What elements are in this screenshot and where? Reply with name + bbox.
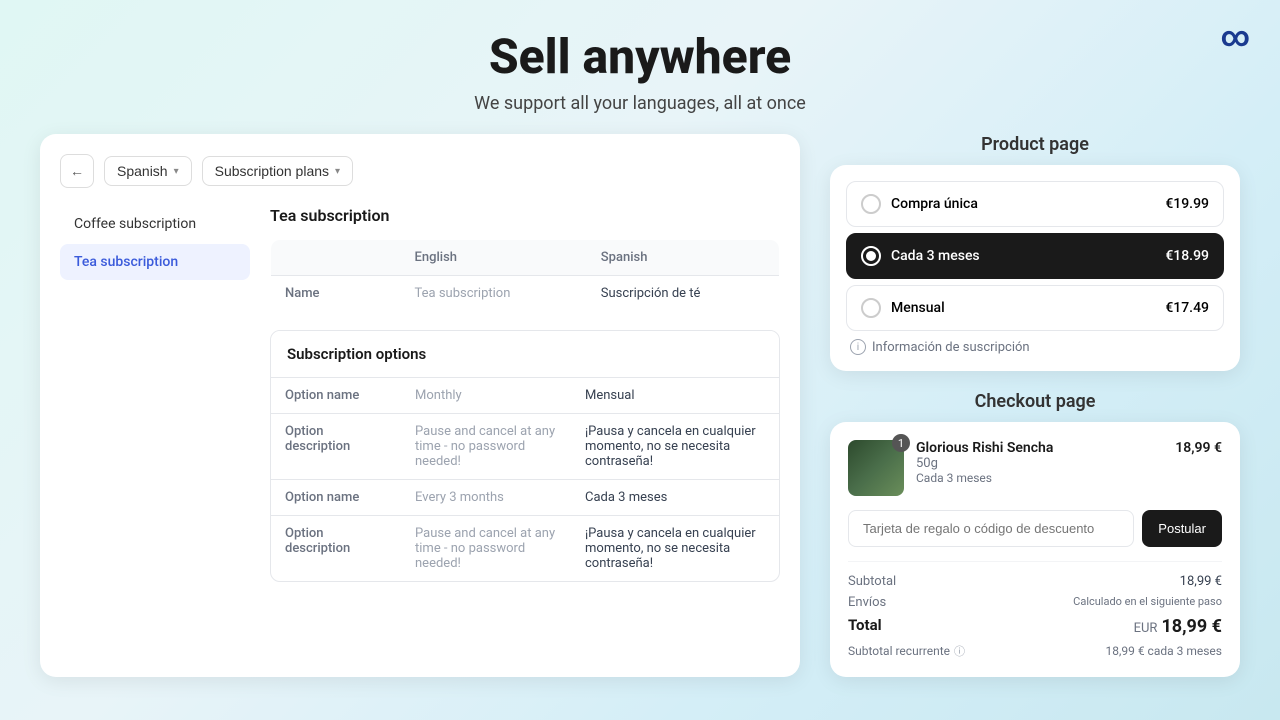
option-compra-name: Compra única xyxy=(891,196,978,212)
option2-name-label: Option name xyxy=(271,480,401,516)
option1-desc-label: Option description xyxy=(271,414,401,480)
product-option-mensual[interactable]: Mensual €17.49 xyxy=(846,285,1224,331)
toolbar: ← Spanish ▾ Subscription plans ▾ xyxy=(60,154,780,188)
radio-3meses-icon xyxy=(861,246,881,266)
option1-desc-spanish: ¡Pausa y cancela en cualquier momento, n… xyxy=(571,414,779,480)
row-name-spanish: Suscripción de té xyxy=(587,276,780,312)
language-dropdown[interactable]: Spanish ▾ xyxy=(104,156,192,186)
discount-input[interactable] xyxy=(848,510,1134,547)
col-english-header: English xyxy=(401,240,587,276)
checkout-page-label: Checkout page xyxy=(830,391,1240,412)
total-amount: 18,99 € xyxy=(1161,616,1222,637)
item-variant: 50g xyxy=(916,456,1163,471)
option-compra-price: €19.99 xyxy=(1165,196,1209,212)
option2-desc-spanish: ¡Pausa y cancela en cualquier momento, n… xyxy=(571,516,779,582)
item-badge: 1 xyxy=(892,434,910,452)
option2-name-english: Every 3 months xyxy=(401,480,571,516)
option1-desc-english: Pause and cancel at any time - no passwo… xyxy=(401,414,571,480)
table-row: Option name Monthly Mensual xyxy=(271,378,779,414)
table-row: Option name Every 3 months Cada 3 meses xyxy=(271,480,779,516)
row-name-english: Tea subscription xyxy=(401,276,587,312)
option1-name-english: Monthly xyxy=(401,378,571,414)
product-card: Compra única €19.99 Cada 3 meses €18.99 xyxy=(830,165,1240,371)
option-mensual-name: Mensual xyxy=(891,300,945,316)
apply-button[interactable]: Postular xyxy=(1142,510,1222,547)
logo-icon: ∞ xyxy=(1221,20,1250,53)
table-row: Option description Pause and cancel at a… xyxy=(271,414,779,480)
section-title: Tea subscription xyxy=(270,206,780,225)
product-page-label: Product page xyxy=(830,134,1240,155)
radio-dot xyxy=(866,251,876,261)
col-label-header xyxy=(271,240,401,276)
discount-row: Postular xyxy=(848,510,1222,547)
hero-title: Sell anywhere xyxy=(0,28,1280,85)
sidebar-item-coffee[interactable]: Coffee subscription xyxy=(60,206,250,242)
subscription-plans-dropdown[interactable]: Subscription plans ▾ xyxy=(202,156,353,186)
col-spanish-header: Spanish xyxy=(587,240,780,276)
option2-desc-label: Option description xyxy=(271,516,401,582)
plans-chevron-icon: ▾ xyxy=(335,166,340,177)
item-subscription: Cada 3 meses xyxy=(916,471,1163,485)
radio-mensual-icon xyxy=(861,298,881,318)
shipping-label: Envíos xyxy=(848,595,886,610)
product-info-row: i Información de suscripción xyxy=(846,339,1224,355)
main-layout: ← Spanish ▾ Subscription plans ▾ Coffee … xyxy=(0,134,1280,677)
language-chevron-icon: ▾ xyxy=(174,166,179,177)
right-panel: Product page Compra única €19.99 xyxy=(830,134,1240,677)
main-content: Tea subscription English Spanish Name xyxy=(250,206,780,677)
subscription-options-section: Subscription options Option name Monthly… xyxy=(270,330,780,582)
product-option-compra[interactable]: Compra única €19.99 xyxy=(846,181,1224,227)
checkout-page-section: Checkout page 1 Glorious Rishi Sencha 50… xyxy=(830,391,1240,677)
option2-desc-english: Pause and cancel at any time - no passwo… xyxy=(401,516,571,582)
order-summary: Subtotal 18,99 € Envíos Calculado en el … xyxy=(848,561,1222,659)
checkout-item: 1 Glorious Rishi Sencha 50g Cada 3 meses… xyxy=(848,440,1222,496)
sidebar: Coffee subscription Tea subscription xyxy=(60,206,250,677)
subtotal-label: Subtotal xyxy=(848,574,896,589)
product-page-section: Product page Compra única €19.99 xyxy=(830,134,1240,371)
content-area: Coffee subscription Tea subscription Tea… xyxy=(60,206,780,677)
option-mensual-price: €17.49 xyxy=(1165,300,1209,316)
subscription-plans-label: Subscription plans xyxy=(215,163,329,179)
back-button[interactable]: ← xyxy=(60,154,94,188)
shipping-row: Envíos Calculado en el siguiente paso xyxy=(848,595,1222,610)
table-row: Option description Pause and cancel at a… xyxy=(271,516,779,582)
hero-subtitle: We support all your languages, all at on… xyxy=(0,93,1280,114)
shipping-value: Calculado en el siguiente paso xyxy=(1073,595,1222,610)
checkout-card: 1 Glorious Rishi Sencha 50g Cada 3 meses… xyxy=(830,422,1240,677)
language-label: Spanish xyxy=(117,163,168,179)
product-option-3meses[interactable]: Cada 3 meses €18.99 xyxy=(846,233,1224,279)
options-heading: Subscription options xyxy=(271,331,779,378)
recurring-info-icon: ⓘ xyxy=(954,643,965,659)
row-name-label: Name xyxy=(271,276,401,312)
option2-name-spanish: Cada 3 meses xyxy=(571,480,779,516)
total-currency: EUR xyxy=(1134,621,1158,636)
recurring-value: 18,99 € cada 3 meses xyxy=(1106,644,1222,658)
item-name: Glorious Rishi Sencha xyxy=(916,440,1163,456)
option1-name-label: Option name xyxy=(271,378,401,414)
recurring-label-text: Subtotal recurrente xyxy=(848,644,950,658)
options-table: Option name Monthly Mensual Option descr… xyxy=(271,378,779,581)
info-text: Información de suscripción xyxy=(872,340,1030,355)
item-price: 18,99 € xyxy=(1175,440,1222,456)
hero-section: Sell anywhere We support all your langua… xyxy=(0,0,1280,124)
sidebar-item-tea[interactable]: Tea subscription xyxy=(60,244,250,280)
left-panel: ← Spanish ▾ Subscription plans ▾ Coffee … xyxy=(40,134,800,677)
total-row: Total EUR 18,99 € xyxy=(848,616,1222,637)
total-label: Total xyxy=(848,616,882,637)
info-icon: i xyxy=(850,339,866,355)
back-arrow-icon: ← xyxy=(70,163,84,179)
table-row: Name Tea subscription Suscripción de té xyxy=(271,276,780,312)
recurring-row: Subtotal recurrente ⓘ 18,99 € cada 3 mes… xyxy=(848,643,1222,659)
option1-name-spanish: Mensual xyxy=(571,378,779,414)
subtotal-row: Subtotal 18,99 € xyxy=(848,574,1222,589)
radio-compra-icon xyxy=(861,194,881,214)
option-3meses-price: €18.99 xyxy=(1165,248,1209,264)
subscription-plan-table: English Spanish Name Tea subscription Su… xyxy=(270,239,780,312)
subtotal-value: 18,99 € xyxy=(1180,574,1222,589)
option-3meses-name: Cada 3 meses xyxy=(891,248,980,264)
